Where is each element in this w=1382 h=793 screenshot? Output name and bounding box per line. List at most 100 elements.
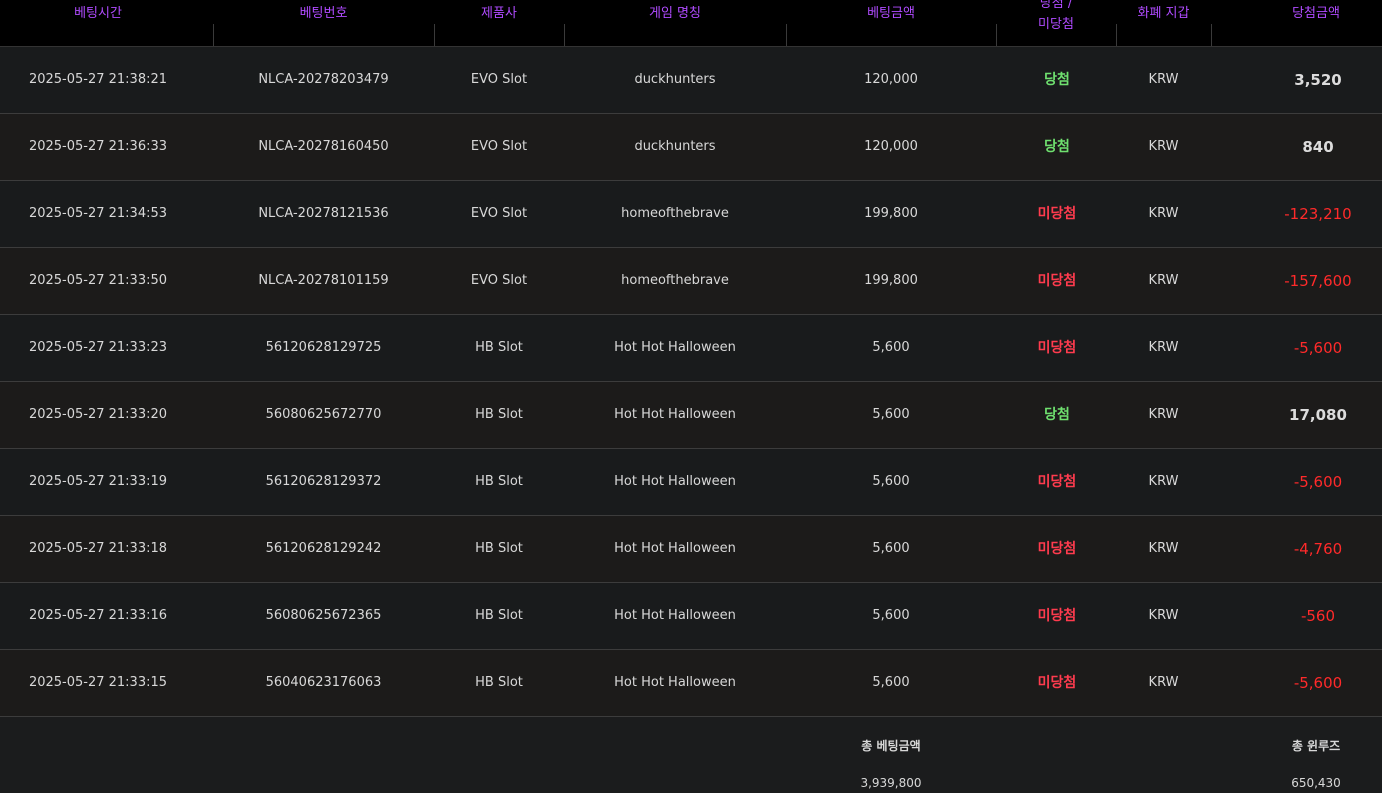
cell-currency: KRW xyxy=(1148,474,1179,489)
col-header-win-amount[interactable]: 당첨금액 xyxy=(1211,0,1382,46)
cell-bet-time: 2025-05-27 21:33:20 xyxy=(28,407,168,422)
table-row[interactable]: 2025-05-27 21:33:18 56120628129242 HB Slot… xyxy=(0,516,1382,583)
cell-bet-time: 2025-05-27 21:38:21 xyxy=(28,72,168,87)
table-row[interactable]: 2025-05-27 21:33:19 56120628129372 HB Slot… xyxy=(0,449,1382,516)
table-row[interactable]: 2025-05-27 21:33:15 56040623176063 HB Slot… xyxy=(0,650,1382,717)
cell-bet-amount: 199,800 xyxy=(864,206,918,221)
cell-bet-no: 56080625672770 xyxy=(265,407,382,422)
cell-bet-amount: 5,600 xyxy=(872,474,910,489)
table-header: 베팅시간 베팅번호 제품사 게임 명칭 베팅금액 당첨 / 미당첨 화폐 지갑 … xyxy=(0,0,1382,47)
cell-bet-no: 56080625672365 xyxy=(265,608,382,623)
cell-game-name: duckhunters xyxy=(634,139,716,154)
table-row[interactable]: 2025-05-27 21:33:23 56120628129725 HB Slot… xyxy=(0,315,1382,382)
cell-win-amount: -5,600 xyxy=(1293,674,1343,692)
col-header-currency[interactable]: 화폐 지갑 xyxy=(1116,0,1211,46)
cell-bet-time: 2025-05-27 21:36:33 xyxy=(28,139,168,154)
cell-bet-time: 2025-05-27 21:33:23 xyxy=(28,340,168,355)
cell-bet-no: NLCA-20278121536 xyxy=(258,206,389,221)
cell-game-name: Hot Hot Halloween xyxy=(614,608,736,623)
cell-bet-amount: 199,800 xyxy=(864,273,918,288)
cell-win-amount: -5,600 xyxy=(1293,473,1343,491)
col-header-bet-time[interactable]: 베팅시간 xyxy=(0,0,196,46)
cell-win-amount: -560 xyxy=(1300,607,1336,625)
cell-bet-no: 56120628129725 xyxy=(265,340,382,355)
total-bet-label: 총 베팅금액 xyxy=(861,739,921,753)
col-header-provider-label: 제품사 xyxy=(481,6,517,21)
cell-game-name: Hot Hot Halloween xyxy=(614,675,736,690)
col-header-result-label: 당첨 / 미당첨 xyxy=(996,0,1116,32)
cell-win-amount: 3,520 xyxy=(1294,71,1342,89)
cell-provider: EVO Slot xyxy=(470,139,528,154)
header-divider xyxy=(434,24,435,46)
table-row[interactable]: 2025-05-27 21:36:33 NLCA-20278160450 EVO S… xyxy=(0,114,1382,181)
table-row[interactable]: 2025-05-27 21:33:16 56080625672365 HB Slot… xyxy=(0,583,1382,650)
cell-provider: EVO Slot xyxy=(470,206,528,221)
cell-result: 미당첨 xyxy=(1037,273,1077,289)
cell-provider: EVO Slot xyxy=(470,273,528,288)
cell-provider: HB Slot xyxy=(475,407,523,422)
cell-bet-time: 2025-05-27 21:33:16 xyxy=(28,608,168,623)
cell-currency: KRW xyxy=(1148,206,1179,221)
cell-bet-amount: 120,000 xyxy=(864,139,918,154)
cell-win-amount: -157,600 xyxy=(1284,272,1352,290)
cell-provider: HB Slot xyxy=(475,675,523,690)
col-header-bet-no[interactable]: 베팅번호 xyxy=(213,0,434,46)
cell-currency: KRW xyxy=(1148,541,1179,556)
cell-game-name: homeofthebrave xyxy=(621,206,729,221)
cell-game-name: homeofthebrave xyxy=(621,273,729,288)
cell-currency: KRW xyxy=(1148,675,1179,690)
cell-currency: KRW xyxy=(1148,139,1179,154)
cell-bet-time: 2025-05-27 21:33:18 xyxy=(28,541,168,556)
col-header-result-line2: 미당첨 xyxy=(1038,17,1074,32)
cell-currency: KRW xyxy=(1148,407,1179,422)
table-footer: 총 베팅금액 3,939,800 총 윈루즈 650,430 xyxy=(0,717,1382,793)
cell-bet-no: NLCA-20278203479 xyxy=(258,72,389,87)
cell-result: 당첨 xyxy=(1044,72,1070,88)
col-header-bet-amount-label: 베팅금액 xyxy=(867,6,915,21)
cell-result: 미당첨 xyxy=(1037,675,1077,691)
bet-history-view: 베팅시간 베팅번호 제품사 게임 명칭 베팅금액 당첨 / 미당첨 화폐 지갑 … xyxy=(0,0,1382,793)
cell-result: 미당첨 xyxy=(1037,608,1077,624)
header-divider xyxy=(213,24,214,46)
col-header-currency-label: 화폐 지갑 xyxy=(1137,6,1190,21)
cell-result: 미당첨 xyxy=(1037,474,1077,490)
cell-bet-time: 2025-05-27 21:33:15 xyxy=(28,675,168,690)
table-row[interactable]: 2025-05-27 21:34:53 NLCA-20278121536 EVO S… xyxy=(0,181,1382,248)
cell-provider: HB Slot xyxy=(475,474,523,489)
cell-win-amount: 840 xyxy=(1302,138,1334,156)
cell-provider: HB Slot xyxy=(475,340,523,355)
table-row[interactable]: 2025-05-27 21:33:20 56080625672770 HB Slot… xyxy=(0,382,1382,449)
col-header-bet-amount[interactable]: 베팅금액 xyxy=(786,0,996,46)
cell-bet-no: 56120628129242 xyxy=(265,541,382,556)
cell-bet-amount: 5,600 xyxy=(872,608,910,623)
cell-currency: KRW xyxy=(1148,608,1179,623)
cell-bet-time: 2025-05-27 21:33:19 xyxy=(28,474,168,489)
cell-bet-no: NLCA-20278160450 xyxy=(258,139,389,154)
col-header-game-name[interactable]: 게임 명칭 xyxy=(564,0,786,46)
cell-currency: KRW xyxy=(1148,72,1179,87)
cell-game-name: Hot Hot Halloween xyxy=(614,340,736,355)
total-winloss-label: 총 윈루즈 xyxy=(1291,739,1341,753)
header-divider xyxy=(564,24,565,46)
cell-result: 당첨 xyxy=(1044,139,1070,155)
cell-result: 당첨 xyxy=(1044,407,1070,423)
cell-bet-no: 56120628129372 xyxy=(265,474,382,489)
cell-bet-amount: 5,600 xyxy=(872,675,910,690)
cell-bet-no: NLCA-20278101159 xyxy=(258,273,389,288)
col-header-game-name-label: 게임 명칭 xyxy=(649,6,701,21)
col-header-provider[interactable]: 제품사 xyxy=(434,0,564,46)
cell-currency: KRW xyxy=(1148,273,1179,288)
col-header-bet-no-label: 베팅번호 xyxy=(299,6,348,21)
table-row[interactable]: 2025-05-27 21:38:21 NLCA-20278203479 EVO S… xyxy=(0,47,1382,114)
table-row[interactable]: 2025-05-27 21:33:50 NLCA-20278101159 EVO S… xyxy=(0,248,1382,315)
cell-bet-amount: 5,600 xyxy=(872,407,910,422)
header-divider xyxy=(1116,24,1117,46)
cell-win-amount: -123,210 xyxy=(1284,205,1352,223)
cell-provider: HB Slot xyxy=(475,608,523,623)
col-header-bet-time-label: 베팅시간 xyxy=(74,6,122,21)
total-bet-value: 3,939,800 xyxy=(860,776,922,790)
col-header-result[interactable]: 당첨 / 미당첨 xyxy=(996,0,1116,46)
cell-result: 미당첨 xyxy=(1037,340,1077,356)
cell-bet-amount: 5,600 xyxy=(872,340,910,355)
cell-win-amount: 17,080 xyxy=(1289,406,1347,424)
